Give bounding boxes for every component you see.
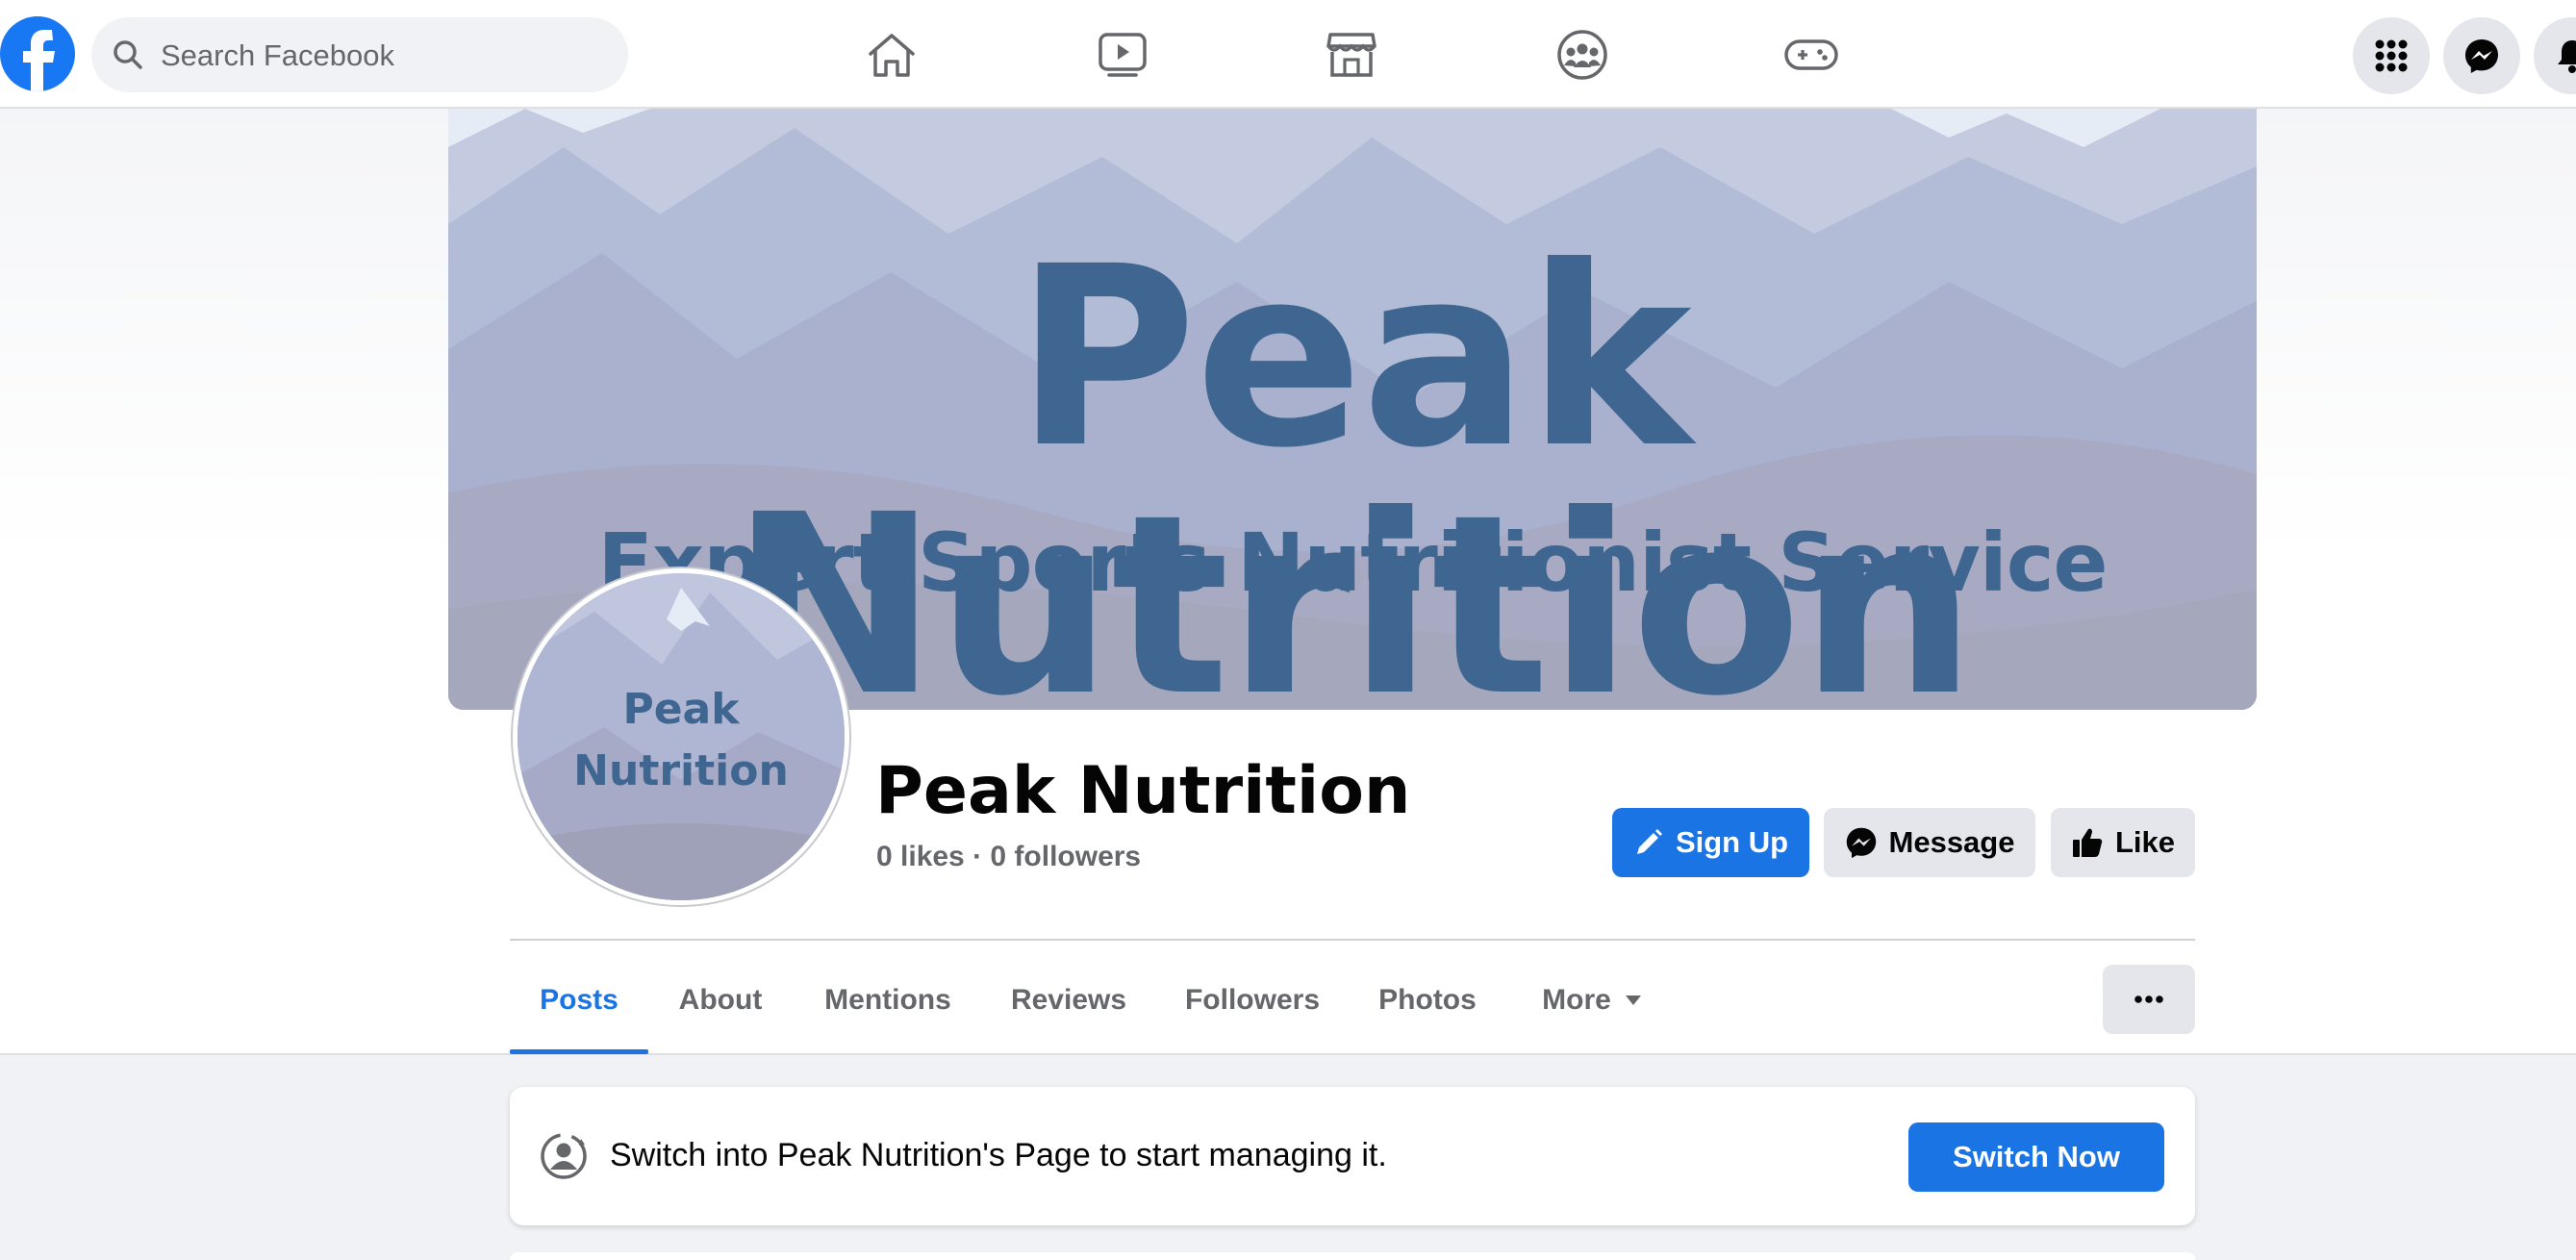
like-label: Like <box>2114 825 2176 859</box>
header-divider <box>510 939 2195 941</box>
menu-grid-icon[interactable] <box>2353 17 2430 94</box>
switch-page-card: Switch into Peak Nutrition's Page to sta… <box>510 1087 2195 1225</box>
sign-up-button[interactable]: Sign Up <box>1612 808 1809 877</box>
messenger-icon[interactable] <box>2443 17 2520 94</box>
tab-reviews-label: Reviews <box>1010 984 1127 1016</box>
groups-icon[interactable] <box>1539 21 1626 88</box>
ellipsis-icon <box>2134 995 2163 1003</box>
next-card-edge <box>510 1252 2195 1260</box>
tab-about-label: About <box>678 984 763 1016</box>
tab-followers-label: Followers <box>1184 984 1321 1016</box>
facebook-logo-icon[interactable] <box>0 16 75 91</box>
tab-about[interactable]: About <box>664 962 777 1039</box>
caret-down-icon <box>1625 995 1641 1005</box>
messenger-icon <box>1846 827 1876 859</box>
tab-mentions[interactable]: Mentions <box>808 962 968 1039</box>
search-bar[interactable] <box>91 17 628 94</box>
switch-profile-icon <box>539 1131 589 1186</box>
top-navigation-bar <box>0 0 2576 109</box>
search-icon <box>111 38 145 77</box>
tab-mentions-label: Mentions <box>824 984 951 1016</box>
switch-now-label: Switch Now <box>1953 1140 2120 1173</box>
gaming-icon[interactable] <box>1768 21 1855 88</box>
profile-picture[interactable]: Peak Nutrition <box>513 568 849 905</box>
tab-reviews[interactable]: Reviews <box>1000 962 1137 1039</box>
search-input[interactable] <box>159 17 615 94</box>
watch-icon[interactable] <box>1079 21 1166 88</box>
tab-posts[interactable]: Posts <box>510 962 648 1039</box>
tab-more-label: More <box>1542 984 1611 1016</box>
thumbs-up-icon <box>2072 828 2103 857</box>
avatar-text-line1: Peak <box>622 685 740 734</box>
sign-up-label: Sign Up <box>1675 825 1789 859</box>
like-button[interactable]: Like <box>2051 808 2195 877</box>
page-stats: 0 likes · 0 followers <box>876 841 1142 872</box>
avatar-text-line2: Nutrition <box>573 746 789 795</box>
more-options-button[interactable] <box>2103 965 2195 1034</box>
switch-now-button[interactable]: Switch Now <box>1908 1122 2164 1192</box>
avatar-text: Peak Nutrition <box>518 679 845 802</box>
tab-photos[interactable]: Photos <box>1366 962 1489 1039</box>
marketplace-icon[interactable] <box>1308 21 1395 88</box>
tab-more[interactable]: More <box>1529 962 1654 1039</box>
tab-photos-label: Photos <box>1378 984 1477 1016</box>
message-button[interactable]: Message <box>1824 808 2035 877</box>
pencil-icon <box>1636 829 1662 854</box>
tab-followers[interactable]: Followers <box>1174 962 1331 1039</box>
active-tab-indicator <box>510 1049 648 1054</box>
page-title: Peak Nutrition <box>875 753 1411 829</box>
switch-page-message: Switch into Peak Nutrition's Page to sta… <box>610 1137 1387 1173</box>
message-label: Message <box>1888 825 2015 859</box>
notifications-icon[interactable] <box>2534 17 2576 94</box>
home-icon[interactable] <box>848 21 935 88</box>
tab-posts-label: Posts <box>540 984 619 1016</box>
